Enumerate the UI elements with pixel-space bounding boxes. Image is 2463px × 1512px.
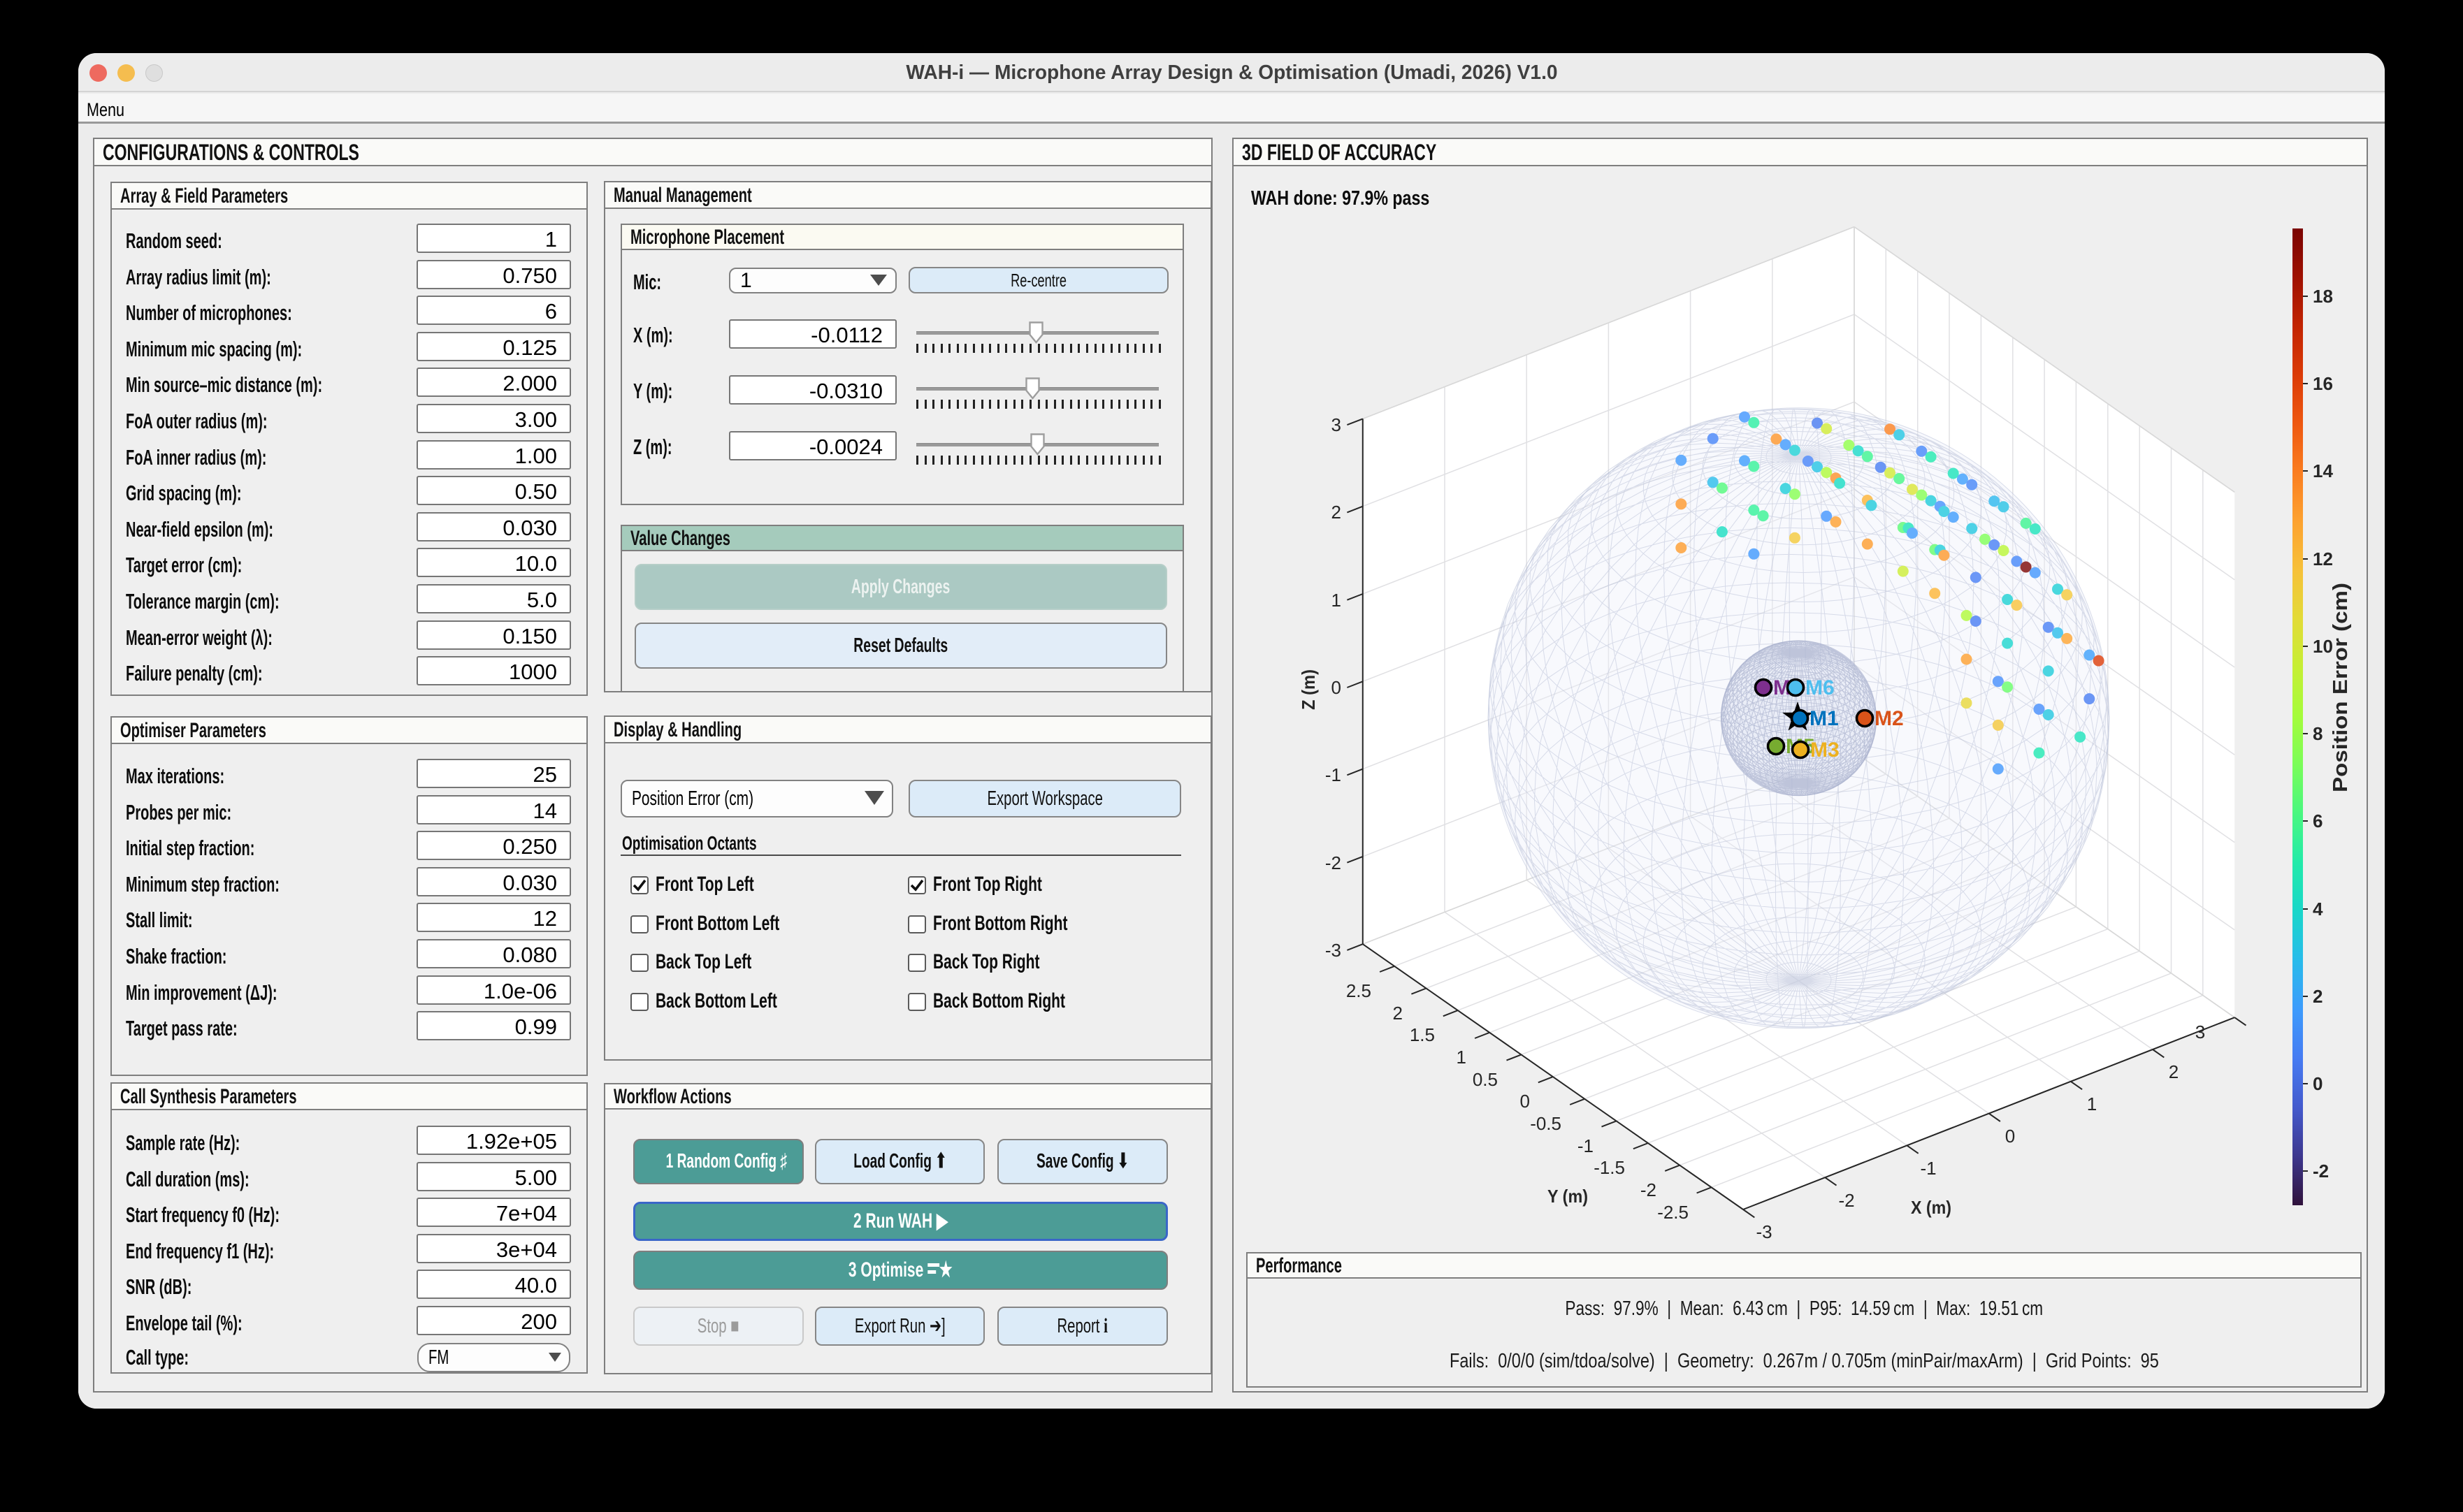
svg-text:Y (m): Y (m) [1547,1186,1588,1207]
svg-text:-1: -1 [1577,1135,1594,1156]
svg-text:-3: -3 [1756,1221,1772,1242]
svg-text:0: 0 [2005,1126,2015,1147]
svg-text:18: 18 [2313,286,2333,307]
svg-text:Z (m): Z (m) [1298,669,1319,710]
svg-text:2.5: 2.5 [1346,980,1371,1001]
svg-text:-2: -2 [1838,1190,1854,1211]
svg-text:1: 1 [2087,1093,2097,1114]
svg-text:0: 0 [1331,677,1341,698]
svg-text:12: 12 [2313,548,2333,569]
svg-text:1: 1 [1331,590,1341,611]
svg-text:4: 4 [2313,899,2323,919]
svg-text:0: 0 [2313,1073,2323,1094]
svg-text:M2: M2 [1875,707,1904,730]
svg-text:-3: -3 [1325,940,1341,961]
svg-text:-1: -1 [1325,764,1341,785]
svg-text:-2: -2 [1640,1179,1656,1200]
svg-text:2: 2 [1331,502,1341,523]
svg-text:-1: -1 [1920,1158,1936,1179]
svg-text:-2.5: -2.5 [1657,1202,1689,1223]
svg-text:0.5: 0.5 [1473,1069,1498,1090]
svg-text:-2: -2 [1325,852,1341,873]
svg-text:6: 6 [2313,810,2323,831]
svg-text:0: 0 [1520,1091,1530,1112]
svg-text:16: 16 [2313,373,2333,394]
svg-text:2: 2 [2169,1061,2179,1082]
svg-text:14: 14 [2313,460,2333,481]
svg-text:-2: -2 [2313,1161,2329,1182]
svg-text:M6: M6 [1805,676,1835,699]
svg-text:Position Error (cm): Position Error (cm) [2330,583,2352,792]
svg-text:X (m): X (m) [1911,1197,1951,1218]
svg-text:1.5: 1.5 [1410,1024,1435,1045]
svg-text:8: 8 [2313,723,2323,744]
svg-text:1: 1 [1457,1047,1466,1068]
svg-text:3: 3 [1331,414,1341,435]
svg-text:2: 2 [2313,986,2323,1007]
svg-text:M1: M1 [1810,707,1839,730]
svg-text:3: 3 [2195,1022,2205,1042]
svg-text:2: 2 [1393,1003,1403,1024]
svg-text:M3: M3 [1810,739,1840,762]
svg-text:-0.5: -0.5 [1530,1113,1561,1134]
svg-text:-1.5: -1.5 [1594,1157,1625,1178]
